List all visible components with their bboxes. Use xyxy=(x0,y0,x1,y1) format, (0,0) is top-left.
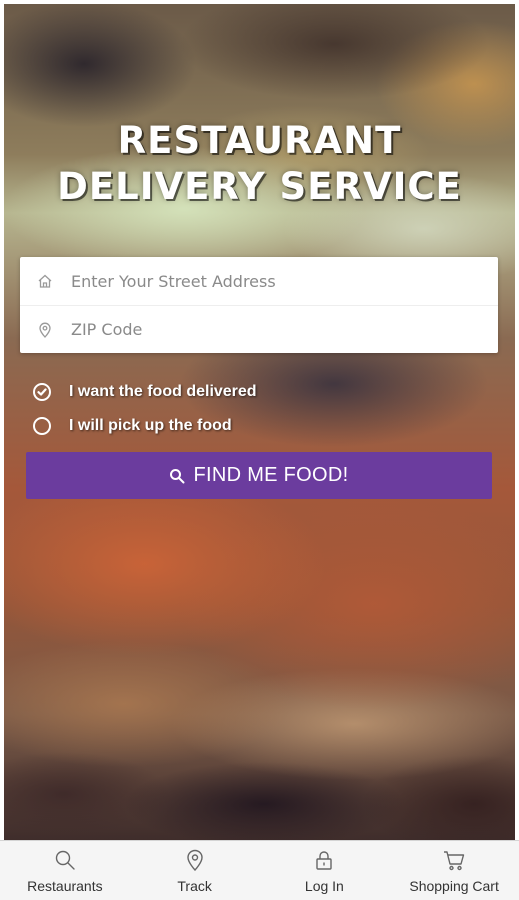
option-pickup-label: I will pick up the food xyxy=(69,417,232,434)
address-field xyxy=(20,257,498,305)
tab-log-in-label: Log In xyxy=(304,878,344,894)
tab-shopping-cart[interactable]: Shopping Cart xyxy=(389,841,519,900)
tab-track[interactable]: Track xyxy=(130,841,260,900)
find-me-food-button[interactable]: FIND ME FOOD! xyxy=(26,452,492,499)
title-line-2: DELIVERY SERVICE xyxy=(57,165,462,208)
street-address-input[interactable] xyxy=(71,271,471,291)
zip-field xyxy=(20,305,498,353)
find-me-food-label: FIND ME FOOD! xyxy=(193,464,349,486)
location-pin-icon xyxy=(37,322,53,338)
tab-track-label: Track xyxy=(177,878,212,894)
tab-restaurants-label: Restaurants xyxy=(27,878,103,894)
search-icon xyxy=(169,468,185,484)
tab-shopping-cart-label: Shopping Cart xyxy=(409,878,499,894)
check-circle-icon[interactable] xyxy=(33,383,51,401)
home-icon xyxy=(37,273,53,289)
zip-code-input[interactable] xyxy=(71,320,471,339)
option-delivery-label: I want the food delivered xyxy=(69,383,257,400)
address-form xyxy=(20,257,498,353)
tab-restaurants[interactable]: Restaurants xyxy=(0,841,130,900)
location-pin-icon xyxy=(184,849,206,871)
empty-circle-icon[interactable] xyxy=(33,417,51,435)
tab-log-in[interactable]: Log In xyxy=(260,841,390,900)
bottom-tab-bar: Restaurants Track Log In Shopping Cart xyxy=(0,840,519,900)
page-title: RESTAURANT DELIVERY SERVICE xyxy=(0,118,519,210)
cart-icon xyxy=(442,849,466,871)
title-line-1: RESTAURANT xyxy=(117,119,402,162)
fulfillment-options: I want the food delivered I will pick up… xyxy=(33,380,257,448)
option-pickup[interactable]: I will pick up the food xyxy=(33,414,257,438)
lock-icon xyxy=(313,849,335,871)
option-delivery[interactable]: I want the food delivered xyxy=(33,380,257,404)
search-icon xyxy=(54,849,76,871)
